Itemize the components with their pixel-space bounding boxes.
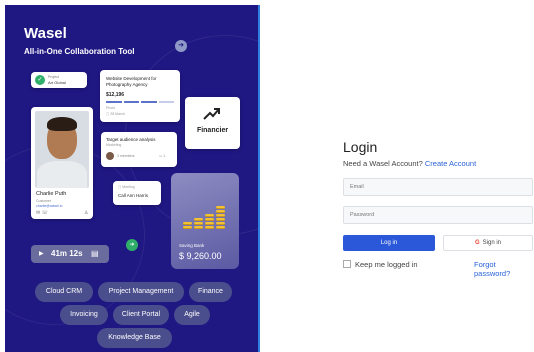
website-card-sub: Photo bbox=[106, 106, 116, 110]
date-label: 28 March bbox=[110, 112, 125, 116]
website-card: Website Development for Photography Agen… bbox=[100, 70, 180, 122]
trend-up-icon bbox=[203, 108, 220, 120]
document-icon: ▤ bbox=[91, 249, 99, 258]
forgot-password-link[interactable]: Forgot password? bbox=[474, 260, 534, 278]
person-name: Charlie Puth bbox=[36, 191, 67, 197]
target-card-meta: 3 members bbox=[117, 154, 135, 158]
call-card: ▢ Meeting Call Ann Harris bbox=[113, 181, 161, 205]
website-card-date: ▢ 28 March bbox=[106, 112, 125, 116]
person-role: Customer bbox=[36, 199, 52, 203]
google-signin-label: Sign in bbox=[482, 240, 502, 246]
financier-label: Financier bbox=[196, 127, 229, 134]
financier-card: Financier bbox=[185, 97, 240, 149]
target-card-title: Target audience analysis bbox=[106, 137, 156, 142]
avatar bbox=[35, 111, 89, 188]
mail-icon: ✉ bbox=[36, 210, 41, 216]
target-card-sub: Marketing bbox=[106, 143, 122, 147]
target-card: Target audience analysis Marketing 3 mem… bbox=[101, 132, 177, 167]
arrow-right-icon: ➜ bbox=[126, 239, 138, 251]
email-field[interactable]: Email bbox=[343, 178, 533, 196]
remember-me[interactable]: Keep me logged in bbox=[343, 260, 418, 269]
call-card-title: Call Ann Harris bbox=[118, 193, 149, 198]
remember-label: Keep me logged in bbox=[355, 260, 418, 269]
coins-icon bbox=[181, 195, 231, 229]
calendar-icon: ▢ bbox=[106, 112, 110, 116]
brand-name: Wasel bbox=[24, 25, 67, 42]
brand-tagline: All-in-One Collaboration Tool bbox=[24, 47, 135, 56]
website-card-title: Website Development for Photography Agen… bbox=[106, 76, 157, 87]
call-card-meta: ▢ Meeting bbox=[118, 185, 135, 189]
create-account-link[interactable]: Create Account bbox=[425, 159, 476, 168]
website-card-amount: $12,196 bbox=[106, 92, 125, 98]
password-field[interactable]: Password bbox=[343, 206, 533, 224]
page-title: Login bbox=[343, 139, 378, 155]
comment-icon: ▭ bbox=[159, 154, 163, 158]
feature-chip: Finance bbox=[189, 282, 232, 302]
login-button[interactable]: Log in bbox=[343, 235, 435, 251]
google-signin-button[interactable]: G Sign in bbox=[443, 235, 533, 251]
google-icon: G bbox=[474, 240, 480, 246]
project-name: Art Global bbox=[48, 80, 66, 85]
calendar-icon: ▢ bbox=[118, 185, 122, 189]
remember-checkbox[interactable] bbox=[343, 260, 351, 268]
time-tracker: ▶ 41m 12s ▤ bbox=[31, 245, 109, 263]
saving-amount: $ 9,260.00 bbox=[179, 251, 222, 261]
feature-chip: Project Management bbox=[98, 282, 184, 302]
person-email: charlie@wasel.io bbox=[36, 204, 63, 208]
saving-card: Saving Bank $ 9,260.00 bbox=[171, 173, 239, 269]
feature-chip: Agile bbox=[174, 305, 210, 325]
user-icon: ♙ bbox=[84, 210, 89, 216]
person-actions: ✉ ☏ ♙ bbox=[36, 210, 88, 216]
signup-prompt-text: Need a Wasel Account? bbox=[343, 159, 423, 168]
avatar bbox=[106, 152, 114, 160]
hero-panel: Wasel All-in-One Collaboration Tool ➜ ✓ … bbox=[5, 5, 260, 352]
phone-icon: ☏ bbox=[41, 210, 48, 216]
project-icon: ✓ bbox=[35, 75, 45, 85]
comment-count: ▭ 1 bbox=[159, 154, 166, 158]
project-meta: Project bbox=[48, 75, 59, 79]
arrow-right-icon: ➜ bbox=[175, 40, 187, 52]
feature-chip: Invoicing bbox=[60, 305, 108, 325]
play-icon: ▶ bbox=[39, 251, 44, 257]
feature-chip: Client Portal bbox=[113, 305, 169, 325]
progress-bars bbox=[106, 101, 174, 103]
saving-label: Saving Bank bbox=[179, 243, 205, 248]
timer-value: 41m 12s bbox=[51, 249, 83, 258]
feature-chip: Knowledge Base bbox=[97, 328, 172, 348]
feature-chip: Cloud CRM bbox=[35, 282, 93, 302]
signup-prompt: Need a Wasel Account? Create Account bbox=[343, 159, 476, 168]
page: Wasel All-in-One Collaboration Tool ➜ ✓ … bbox=[0, 0, 534, 352]
person-card: Charlie Puth Customer charlie@wasel.io ✉… bbox=[31, 107, 93, 219]
project-card: ✓ Project Art Global bbox=[31, 72, 87, 88]
